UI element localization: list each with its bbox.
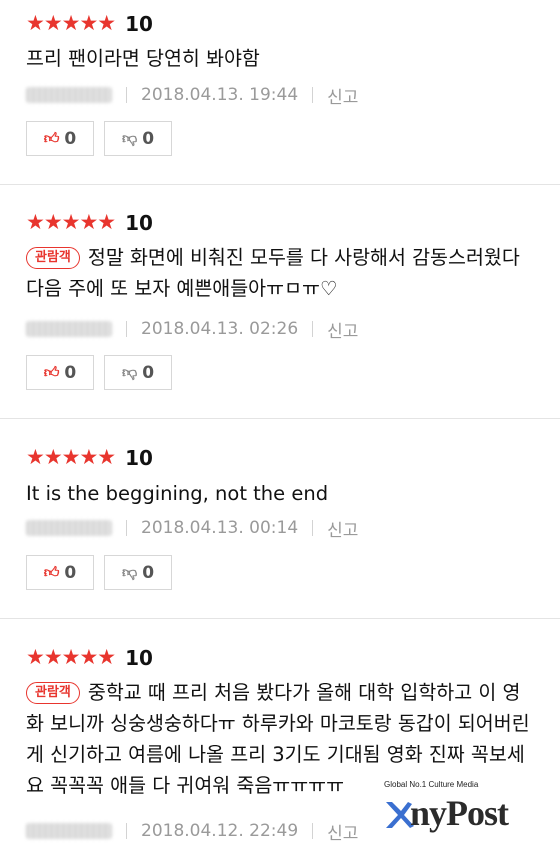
rating-row: ★★★★★ 10 <box>26 13 153 34</box>
divider <box>126 321 127 337</box>
divider <box>0 618 560 619</box>
thumbs-up-icon: 👍︎ <box>43 563 60 581</box>
vote-buttons: 👍︎ 0 👎︎ 0 <box>26 555 172 590</box>
dislike-count: 0 <box>142 128 155 149</box>
review-meta: 2018.04.12. 22:49 신고 <box>26 819 358 844</box>
blurred-username <box>26 823 112 839</box>
like-count: 0 <box>64 562 77 583</box>
review-text: It is the beggining, not the end <box>26 482 329 505</box>
divider <box>312 87 314 103</box>
thumbs-down-icon: 👎︎ <box>121 363 138 381</box>
like-button[interactable]: 👍︎ 0 <box>26 555 94 590</box>
divider <box>126 520 127 536</box>
rating-row: ★★★★★ 10 <box>26 212 153 233</box>
review-date: 2018.04.13. 00:14 <box>141 518 299 538</box>
report-link[interactable]: 신고 <box>327 819 358 844</box>
watermark-brand: nyPost <box>410 793 509 833</box>
dislike-button[interactable]: 👎︎ 0 <box>104 121 172 156</box>
thumbs-down-icon: 👎︎ <box>121 129 138 147</box>
like-count: 0 <box>64 362 77 383</box>
star-rating: ★★★★★ <box>26 645 116 669</box>
star-rating: ★★★★★ <box>26 445 116 469</box>
divider <box>126 87 127 103</box>
divider <box>312 321 314 337</box>
review-body: 정말 화면에 비춰진 모두를 다 사랑해서 감동스러웠다 다음 주에 또 보자 … <box>26 246 520 300</box>
review-text: 관람객 정말 화면에 비춰진 모두를 다 사랑해서 감동스러웠다 다음 주에 또 … <box>26 242 536 304</box>
rating-score: 10 <box>125 210 153 235</box>
divider <box>0 184 560 185</box>
review-date: 2018.04.13. 19:44 <box>141 85 299 105</box>
dislike-button[interactable]: 👎︎ 0 <box>104 355 172 390</box>
dislike-button[interactable]: 👎︎ 0 <box>104 555 172 590</box>
report-link[interactable]: 신고 <box>327 83 358 108</box>
rating-score: 10 <box>125 445 153 470</box>
divider <box>312 520 314 536</box>
review-date: 2018.04.13. 02:26 <box>141 319 299 339</box>
blurred-username <box>26 87 112 103</box>
dislike-count: 0 <box>142 562 155 583</box>
rating-row: ★★★★★ 10 <box>26 647 153 668</box>
review-text: 프리 팬이라면 당연히 봐야함 <box>26 47 260 70</box>
like-button[interactable]: 👍︎ 0 <box>26 355 94 390</box>
review-meta: 2018.04.13. 19:44 신고 <box>26 83 358 108</box>
review-date: 2018.04.12. 22:49 <box>141 821 299 841</box>
rating-score: 10 <box>125 11 153 36</box>
rating-row: ★★★★★ 10 <box>26 447 153 468</box>
thumbs-up-icon: 👍︎ <box>43 363 60 381</box>
dislike-count: 0 <box>142 362 155 383</box>
star-rating: ★★★★★ <box>26 210 116 234</box>
blurred-username <box>26 520 112 536</box>
like-count: 0 <box>64 128 77 149</box>
thumbs-down-icon: 👎︎ <box>121 563 138 581</box>
blurred-username <box>26 321 112 337</box>
thumbs-up-icon: 👍︎ <box>43 129 60 147</box>
star-rating: ★★★★★ <box>26 11 116 35</box>
review-meta: 2018.04.13. 02:26 신고 <box>26 317 358 342</box>
review-meta: 2018.04.13. 00:14 신고 <box>26 516 358 541</box>
rating-score: 10 <box>125 645 153 670</box>
divider <box>126 823 127 839</box>
report-link[interactable]: 신고 <box>327 317 358 342</box>
vote-buttons: 👍︎ 0 👎︎ 0 <box>26 355 172 390</box>
divider <box>0 418 560 419</box>
divider <box>312 823 314 839</box>
like-button[interactable]: 👍︎ 0 <box>26 121 94 156</box>
watermark-tagline: Global No.1 Culture Media <box>384 780 479 789</box>
viewer-badge: 관람객 <box>26 247 80 269</box>
vote-buttons: 👍︎ 0 👎︎ 0 <box>26 121 172 156</box>
report-link[interactable]: 신고 <box>327 516 358 541</box>
watermark-logo: Global No.1 Culture Media nyPost <box>382 780 552 850</box>
viewer-badge: 관람객 <box>26 682 80 704</box>
